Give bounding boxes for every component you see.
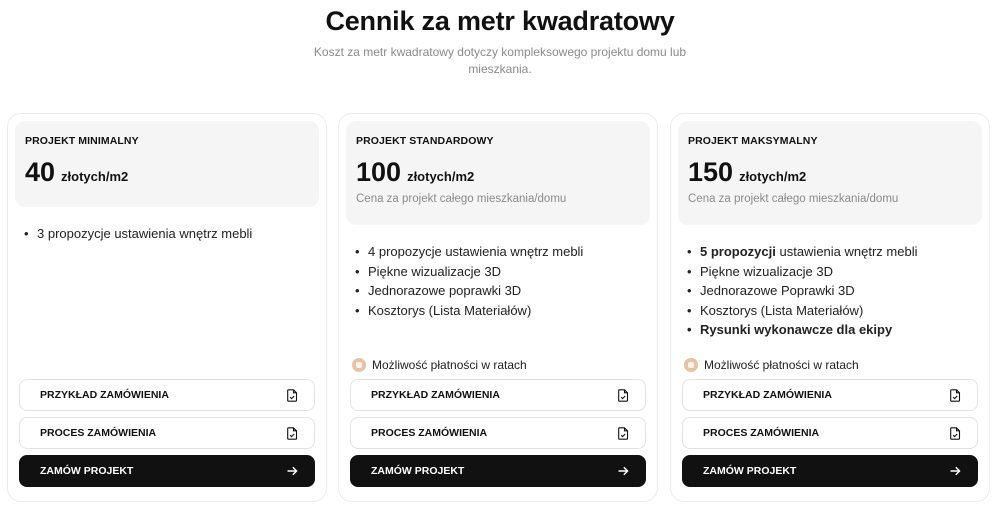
document-icon <box>287 388 298 402</box>
feature-highlight: 5 propozycji <box>700 244 776 259</box>
price-unit: złotych/m2 <box>61 169 129 184</box>
example-order-button[interactable]: PRZYKŁAD ZAMÓWIENIA <box>682 379 978 411</box>
feature-item: Rysunki wykonawcze dla ekipy <box>687 320 979 340</box>
card-header: PROJEKT MINIMALNY 40 złotych/m2 <box>15 121 319 207</box>
example-order-button[interactable]: PRZYKŁAD ZAMÓWIENIA <box>350 379 646 411</box>
feature-item: Kosztorys (Lista Materiałów) <box>687 301 979 321</box>
price-row: 100 złotych/m2 <box>356 157 640 187</box>
plan-price: 40 <box>25 157 56 187</box>
order-project-button[interactable]: ZAMÓW PROJEKT <box>350 455 646 487</box>
button-label: ZAMÓW PROJEKT <box>371 465 465 477</box>
plan-price: 100 <box>356 157 402 187</box>
feature-item: 4 propozycje ustawienia wnętrz mebli <box>355 242 647 262</box>
example-order-button[interactable]: PRZYKŁAD ZAMÓWIENIA <box>19 379 315 411</box>
price-note: Cena za projekt całego mieszkania/domu <box>356 193 567 205</box>
coin-icon <box>352 358 366 372</box>
button-label: PROCES ZAMÓWIENIA <box>40 427 157 439</box>
plan-name: PROJEKT STANDARDOWY <box>356 135 494 147</box>
installments-info: Możliwość płatności w ratach <box>352 358 527 372</box>
price-note: Cena za projekt całego mieszkania/domu <box>688 193 899 205</box>
feature-item: Jednorazowe Poprawki 3D <box>687 281 979 301</box>
document-icon <box>618 426 629 440</box>
document-icon <box>287 426 298 440</box>
document-icon <box>950 388 961 402</box>
card-header: PROJEKT MAKSYMALNY 150 złotych/m2 Cena z… <box>678 121 982 225</box>
button-label: PRZYKŁAD ZAMÓWIENIA <box>703 389 832 401</box>
price-unit: złotych/m2 <box>407 169 475 184</box>
card-header: PROJEKT STANDARDOWY 100 złotych/m2 Cena … <box>346 121 650 225</box>
price-unit: złotych/m2 <box>739 169 807 184</box>
feature-item: Jednorazowe poprawki 3D <box>355 281 647 301</box>
pricing-card-minimal: PROJEKT MINIMALNY 40 złotych/m2 3 propoz… <box>7 113 327 502</box>
order-process-button[interactable]: PROCES ZAMÓWIENIA <box>350 417 646 449</box>
feature-list: 5 propozycji ustawienia wnętrz mebli Pię… <box>687 242 979 340</box>
plan-name: PROJEKT MAKSYMALNY <box>688 135 818 147</box>
feature-list: 3 propozycje ustawienia wnętrz mebli <box>24 224 316 244</box>
page-title: Cennik za metr kwadratowy <box>325 6 675 36</box>
feature-item: Piękne wizualizacje 3D <box>687 262 979 282</box>
arrow-right-icon <box>287 466 298 476</box>
feature-text: ustawienia wnętrz mebli <box>775 244 918 259</box>
coin-icon <box>684 358 698 372</box>
price-row: 150 złotych/m2 <box>688 157 972 187</box>
button-label: PROCES ZAMÓWIENIA <box>703 427 820 439</box>
document-icon <box>618 388 629 402</box>
button-label: PRZYKŁAD ZAMÓWIENIA <box>40 389 169 401</box>
arrow-right-icon <box>618 466 629 476</box>
button-label: PRZYKŁAD ZAMÓWIENIA <box>371 389 500 401</box>
feature-item: Kosztorys (Lista Materiałów) <box>355 301 647 321</box>
installments-label: Możliwość płatności w ratach <box>704 358 859 372</box>
pricing-card-maximal: PROJEKT MAKSYMALNY 150 złotych/m2 Cena z… <box>670 113 990 502</box>
feature-list: 4 propozycje ustawienia wnętrz mebli Pię… <box>355 242 647 320</box>
document-icon <box>950 426 961 440</box>
page-subtitle: Koszt za metr kwadratowy dotyczy komplek… <box>313 45 687 76</box>
order-process-button[interactable]: PROCES ZAMÓWIENIA <box>19 417 315 449</box>
order-project-button[interactable]: ZAMÓW PROJEKT <box>682 455 978 487</box>
plan-price: 150 <box>688 157 734 187</box>
feature-item: 3 propozycje ustawienia wnętrz mebli <box>24 224 316 244</box>
price-row: 40 złotych/m2 <box>25 157 309 187</box>
plan-name: PROJEKT MINIMALNY <box>25 135 139 147</box>
installments-info: Możliwość płatności w ratach <box>684 358 859 372</box>
order-process-button[interactable]: PROCES ZAMÓWIENIA <box>682 417 978 449</box>
button-label: ZAMÓW PROJEKT <box>40 465 134 477</box>
order-project-button[interactable]: ZAMÓW PROJEKT <box>19 455 315 487</box>
button-label: ZAMÓW PROJEKT <box>703 465 797 477</box>
pricing-card-standard: PROJEKT STANDARDOWY 100 złotych/m2 Cena … <box>338 113 658 502</box>
installments-label: Możliwość płatności w ratach <box>372 358 527 372</box>
arrow-right-icon <box>950 466 961 476</box>
feature-item: Piękne wizualizacje 3D <box>355 262 647 282</box>
feature-item: 5 propozycji ustawienia wnętrz mebli <box>687 242 979 262</box>
button-label: PROCES ZAMÓWIENIA <box>371 427 488 439</box>
